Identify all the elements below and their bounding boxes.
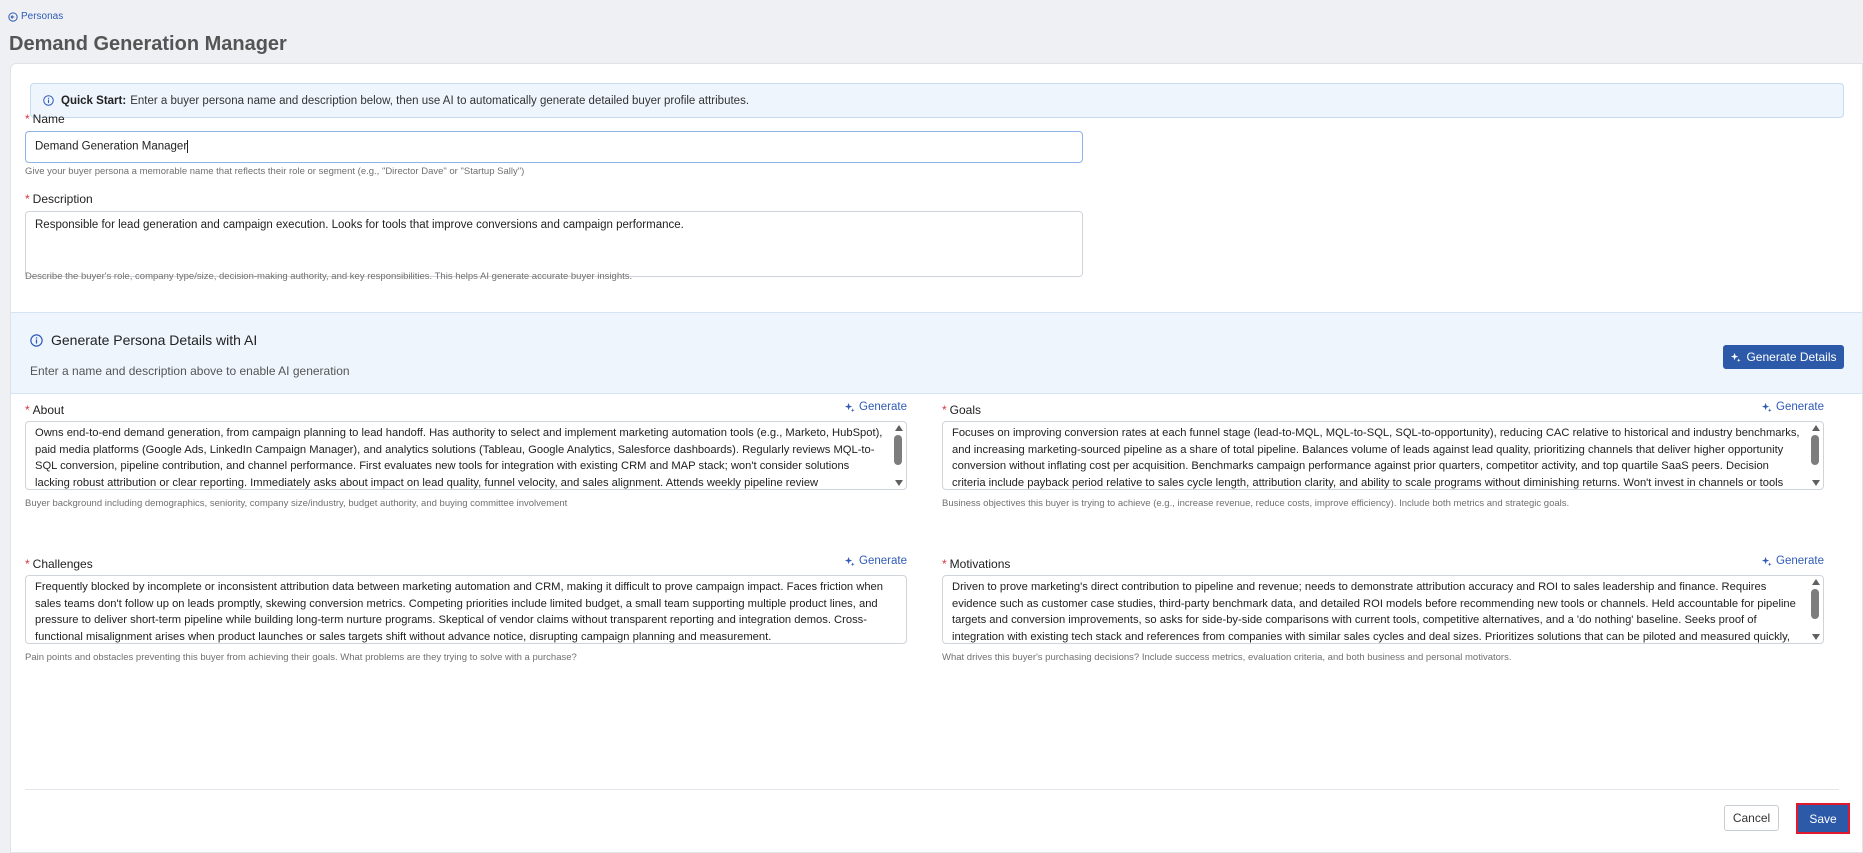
quick-start-title: Quick Start: [61,94,127,107]
persona-form-card: Quick Start: Enter a buyer persona name … [10,63,1863,853]
motivations-value: Driven to prove marketing's direct contr… [952,581,1796,643]
goals-label-text: Goals [949,403,982,417]
info-icon [30,333,43,347]
quick-start-text: Enter a buyer persona name and descripti… [130,94,750,107]
sparkle-icon [1731,352,1742,362]
description-hint: Describe the buyer's role, company type/… [25,271,633,282]
info-icon [43,95,54,106]
about-generate-link[interactable]: Generate [844,401,907,413]
description-textarea[interactable]: Responsible for lead generation and camp… [25,211,1083,277]
ai-section-title: Generate Persona Details with AI [30,332,257,348]
goals-label: * Goals [942,403,982,417]
motivations-label: * Motivations [942,557,1011,571]
motivations-generate-label: Generate [1776,555,1824,567]
goals-generate-label: Generate [1776,401,1824,413]
description-value: Responsible for lead generation and camp… [35,219,684,231]
save-button[interactable]: Save [1796,803,1850,834]
back-link-label: Personas [21,11,64,22]
ai-section-subtitle: Enter a name and description above to en… [30,364,350,378]
challenges-generate-link[interactable]: Generate [844,555,907,567]
motivations-label-text: Motivations [949,557,1011,571]
motivations-textarea[interactable]: Driven to prove marketing's direct contr… [942,575,1824,644]
goals-value: Focuses on improving conversion rates at… [952,427,1800,489]
about-textarea[interactable]: Owns end-to-end demand generation, from … [25,421,907,490]
about-label-text: About [32,403,65,417]
about-label: * About [25,403,65,417]
challenges-label: * Challenges [25,557,93,571]
about-scrollbar[interactable] [893,424,904,487]
challenges-generate-label: Generate [859,555,907,567]
challenges-value: Frequently blocked by incomplete or inco… [35,581,883,643]
description-label-text: Description [32,192,93,206]
generate-details-button[interactable]: Generate Details [1723,345,1844,369]
about-hint: Buyer background including demographics,… [25,498,568,509]
cancel-button[interactable]: Cancel [1724,805,1779,831]
description-label: * Description [25,192,93,206]
name-label: * Name [25,112,65,126]
about-generate-label: Generate [859,401,907,413]
about-value: Owns end-to-end demand generation, from … [35,427,883,489]
generate-details-label: Generate Details [1746,350,1837,364]
goals-generate-link[interactable]: Generate [1761,401,1824,413]
challenges-label-text: Challenges [32,557,93,571]
ai-section-title-text: Generate Persona Details with AI [51,332,258,348]
sparkle-icon [844,402,855,412]
back-to-personas-link[interactable]: Personas [8,11,63,22]
motivations-generate-link[interactable]: Generate [1761,555,1824,567]
name-input[interactable]: Demand Generation Manager [25,131,1083,163]
goals-hint: Business objectives this buyer is trying… [942,498,1570,509]
footer-divider [25,789,1839,790]
goals-textarea[interactable]: Focuses on improving conversion rates at… [942,421,1824,490]
challenges-hint: Pain points and obstacles preventing thi… [25,652,577,663]
sparkle-icon [844,556,855,566]
sparkle-icon [1761,402,1772,412]
ai-generation-panel: Generate Persona Details with AI Enter a… [11,312,1862,394]
back-arrow-icon [8,11,18,22]
sparkle-icon [1761,556,1772,566]
name-hint: Give your buyer persona a memorable name… [25,166,525,177]
quick-start-banner: Quick Start: Enter a buyer persona name … [30,83,1844,118]
name-label-text: Name [32,112,65,126]
motivations-hint: What drives this buyer's purchasing deci… [942,652,1512,663]
goals-scrollbar[interactable] [1810,424,1821,487]
page-title: Demand Generation Manager [9,33,287,55]
challenges-textarea[interactable]: Frequently blocked by incomplete or inco… [25,575,907,644]
name-input-value: Demand Generation Manager [35,140,188,153]
motivations-scrollbar[interactable] [1810,578,1821,641]
